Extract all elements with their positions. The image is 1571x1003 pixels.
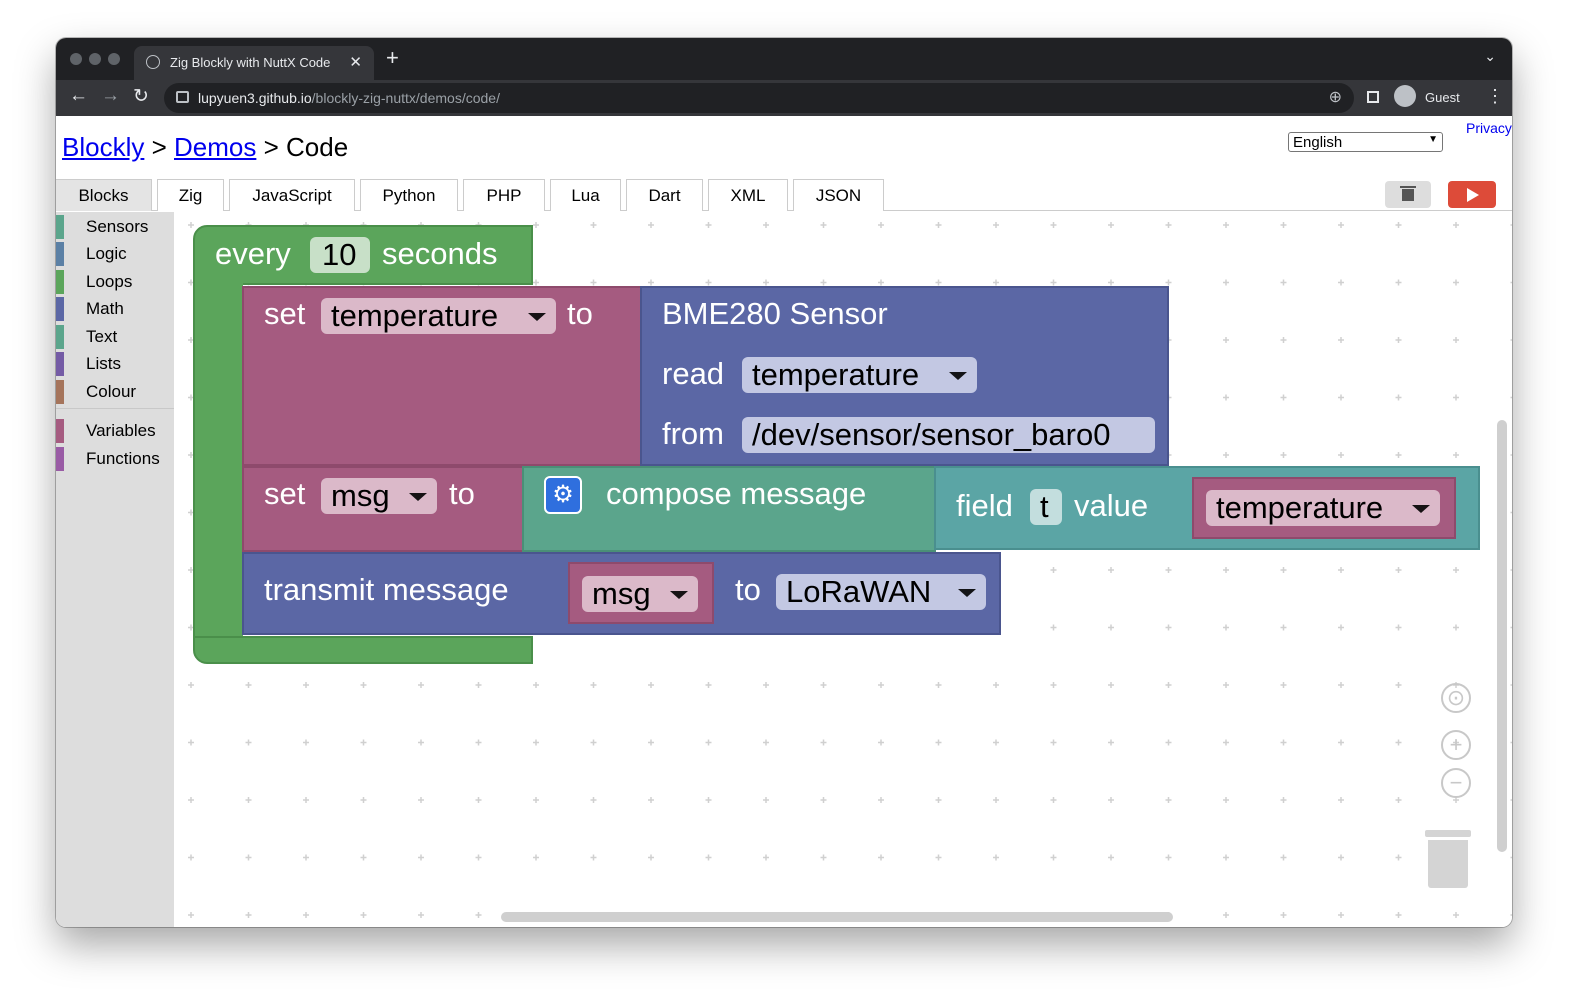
breadcrumb-current: Code (286, 132, 349, 162)
privacy-link[interactable]: Privacy (1466, 120, 1512, 136)
reload-icon[interactable]: ↻ (133, 85, 149, 108)
trash-icon (1400, 186, 1416, 188)
tab-php[interactable]: PHP (463, 179, 545, 211)
breadcrumb-separator: > (144, 132, 174, 162)
breadcrumb: Blockly > Demos > Code (62, 132, 348, 163)
category-label: Lists (86, 354, 121, 373)
category-lists[interactable]: Lists (56, 352, 174, 378)
category-colour[interactable]: Colour (56, 380, 174, 406)
url-text: lupyuen3.github.io/blockly-zig-nuttx/dem… (198, 90, 500, 106)
forward-icon[interactable]: → (101, 85, 120, 107)
category-label: Variables (86, 421, 156, 440)
chevron-down-icon: ▼ (1428, 134, 1438, 145)
category-label: Colour (86, 382, 137, 401)
category-label: Logic (86, 244, 127, 263)
tab-search-icon[interactable]: ⌄ (1484, 48, 1496, 65)
profile-name: Guest (1425, 90, 1460, 105)
category-logic[interactable]: Logic (56, 242, 174, 268)
workspace-grid (174, 212, 1512, 927)
every-block[interactable] (193, 225, 533, 285)
category-label: Sensors (86, 217, 149, 236)
tab-dart[interactable]: Dart (626, 179, 703, 211)
tab-zig[interactable]: Zig (157, 179, 224, 211)
every-block-arm (193, 283, 243, 643)
globe-icon (146, 55, 160, 69)
category-label: Functions (86, 449, 160, 468)
category-label: Loops (86, 272, 133, 291)
back-icon[interactable]: ← (69, 85, 88, 107)
tab-lua[interactable]: Lua (550, 179, 621, 211)
language-value: English (1293, 134, 1343, 151)
blockly-workspace[interactable] (174, 212, 1512, 927)
category-text[interactable]: Text (56, 325, 174, 351)
browser-toolbar: ← → ↻ lupyuen3.github.io/blockly-zig-nut… (56, 80, 1512, 116)
tab-strip: Zig Blockly with NuttX Code ✕ + ⌄ (56, 38, 1512, 80)
zoom-icon[interactable]: ⊕ (1329, 87, 1342, 107)
category-math[interactable]: Math (56, 297, 174, 323)
breadcrumb-separator: > (256, 132, 286, 162)
trash-button[interactable] (1385, 181, 1431, 208)
run-button[interactable] (1448, 181, 1496, 208)
browser-menu-icon[interactable]: ⋮ (1486, 86, 1504, 107)
browser-tab[interactable]: Zig Blockly with NuttX Code ✕ (134, 46, 374, 80)
address-bar[interactable]: lupyuen3.github.io/blockly-zig-nuttx/dem… (164, 83, 1354, 113)
toolbox: Sensors Logic Loops Math Text Lists Colo… (56, 212, 174, 927)
code-tabs: Blocks Zig JavaScript Python PHP Lua Dar… (56, 179, 1512, 211)
category-sensors[interactable]: Sensors (56, 215, 174, 241)
close-window-dot[interactable] (70, 53, 82, 65)
close-tab-icon[interactable]: ✕ (349, 53, 362, 71)
category-variables[interactable]: Variables (56, 419, 174, 445)
tab-json[interactable]: JSON (793, 179, 884, 211)
category-label: Math (86, 299, 124, 318)
avatar (1394, 85, 1416, 107)
breadcrumb-blockly-link[interactable]: Blockly (62, 132, 144, 162)
url-host: lupyuen3.github.io (198, 90, 312, 106)
breadcrumb-demos-link[interactable]: Demos (174, 132, 256, 162)
tab-blocks[interactable]: Blocks (56, 179, 152, 211)
lock-icon (176, 91, 189, 103)
language-select[interactable]: English ▼ (1288, 132, 1443, 152)
category-functions[interactable]: Functions (56, 447, 174, 473)
tab-javascript[interactable]: JavaScript (229, 179, 355, 211)
url-path: /blockly-zig-nuttx/demos/code/ (311, 90, 500, 106)
side-panel-icon[interactable] (1367, 91, 1379, 103)
minimize-window-dot[interactable] (89, 53, 101, 65)
tab-xml[interactable]: XML (708, 179, 788, 211)
new-tab-button[interactable]: + (386, 47, 399, 69)
tab-title: Zig Blockly with NuttX Code (170, 55, 331, 70)
tab-python[interactable]: Python (360, 179, 458, 211)
category-label: Text (86, 327, 118, 346)
category-loops[interactable]: Loops (56, 270, 174, 296)
play-icon (1467, 188, 1479, 202)
toolbox-separator (56, 408, 174, 409)
maximize-window-dot[interactable] (108, 53, 120, 65)
